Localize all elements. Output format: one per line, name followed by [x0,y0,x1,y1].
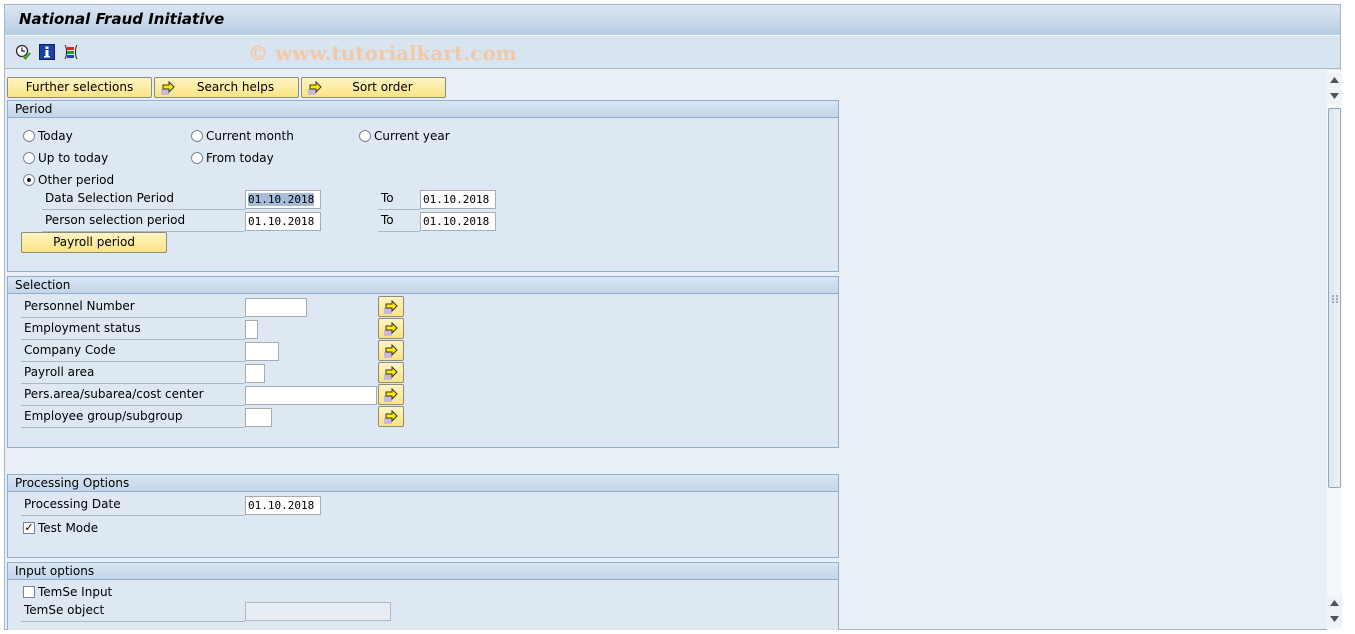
processing-date-label: Processing Date [21,494,245,516]
arrow-right-icon [384,387,398,402]
execute-clock-icon[interactable] [15,44,31,60]
radio-other-period[interactable] [23,174,35,186]
triangle-up-icon [1330,600,1339,606]
payroll-period-button[interactable]: Payroll period [21,232,167,253]
radio-from-today[interactable] [191,152,203,164]
selection-group: Selection Personnel Number Employment st… [7,276,839,448]
period-group-header: Period [8,101,838,118]
triangle-up-icon [1330,77,1339,83]
input-options-header: Input options [8,563,838,580]
pers-area-label: Pers.area/subarea/cost center [21,384,245,406]
company-code-input[interactable] [245,342,279,361]
sap-window: National Fraud Initiative © www.tutorial… [4,4,1342,631]
payroll-area-input[interactable] [245,364,265,383]
triangle-down-icon [1330,616,1339,622]
test-mode-checkbox[interactable]: ✓ [23,522,35,534]
multiple-selection-button[interactable] [378,362,404,383]
multiple-selection-button[interactable] [378,384,404,405]
data-selection-from-value: 01.10.2018 [248,193,315,206]
radio-up-to-today[interactable] [23,152,35,164]
radio-current-year[interactable] [359,130,371,142]
person-selection-period-label: Person selection period [42,210,245,232]
variant-list-icon[interactable] [63,44,79,60]
test-mode-label: Test Mode [38,521,99,535]
radio-up-to-today-label: Up to today [38,151,109,165]
radio-current-month[interactable] [191,130,203,142]
temse-object-label: TemSe object [21,600,245,622]
person-selection-to-input[interactable]: 01.10.2018 [420,212,496,231]
info-icon[interactable] [39,44,55,60]
scroll-down-button-bottom[interactable] [1327,612,1342,627]
data-selection-period-label: Data Selection Period [42,188,245,210]
selection-screen: Further selections Search helps Sort ord… [5,70,1326,631]
status-bar [0,630,1355,634]
temse-object-input[interactable] [245,602,391,621]
employment-status-input[interactable] [245,320,258,339]
multiple-selection-button[interactable] [378,340,404,361]
further-selections-label: Further selections [25,80,134,94]
personnel-number-label: Personnel Number [21,296,245,318]
triangle-down-icon [1330,93,1339,99]
radio-today[interactable] [23,130,35,142]
employee-group-input[interactable] [245,408,272,427]
payroll-period-label: Payroll period [53,235,135,249]
employment-status-label: Employment status [21,318,245,340]
radio-other-period-label: Other period [38,173,115,187]
title-bar: National Fraud Initiative [5,5,1340,36]
temse-input-label: TemSe Input [38,585,113,599]
scroll-down-button[interactable] [1327,89,1342,104]
arrow-right-icon [161,80,175,95]
processing-date-input[interactable]: 01.10.2018 [245,496,321,515]
input-options-group: Input options TemSe Input TemSe object [7,562,839,631]
vertical-scrollbar[interactable] [1327,70,1342,631]
search-helps-button[interactable]: Search helps [154,77,299,98]
to-label: To [378,210,420,232]
selection-group-header: Selection [8,277,838,294]
sort-order-label: Sort order [352,80,413,94]
temse-input-checkbox[interactable] [23,586,35,598]
multiple-selection-button[interactable] [378,318,404,339]
data-selection-from-input[interactable]: 01.10.2018 [245,190,321,209]
grip-icon [1332,295,1338,303]
multiple-selection-button[interactable] [378,406,404,427]
radio-current-month-label: Current month [206,129,294,143]
employee-group-label: Employee group/subgroup [21,406,245,428]
scroll-up-button[interactable] [1327,73,1342,88]
radio-from-today-label: From today [206,151,274,165]
arrow-right-icon [384,365,398,380]
radio-today-label: Today [38,129,73,143]
pers-area-input[interactable] [245,386,377,405]
processing-options-header: Processing Options [8,475,838,492]
arrow-right-icon [384,409,398,424]
to-label: To [378,188,420,210]
person-selection-from-input[interactable]: 01.10.2018 [245,212,321,231]
data-selection-to-input[interactable]: 01.10.2018 [420,190,496,209]
scroll-thumb[interactable] [1328,108,1341,488]
arrow-right-icon [384,299,398,314]
further-selections-button[interactable]: Further selections [7,77,152,98]
scroll-up-button-bottom[interactable] [1327,596,1342,611]
arrow-right-icon [308,80,322,95]
application-toolbar: © www.tutorialkart.com [5,36,1340,69]
watermark-text: © www.tutorialkart.com [248,41,517,65]
period-group: Period Today Current month Current year … [7,100,839,272]
multiple-selection-button[interactable] [378,296,404,317]
search-helps-label: Search helps [196,80,275,94]
personnel-number-input[interactable] [245,298,307,317]
arrow-right-icon [384,321,398,336]
company-code-label: Company Code [21,340,245,362]
processing-options-group: Processing Options Processing Date 01.10… [7,474,839,558]
page-title: National Fraud Initiative [19,10,225,28]
arrow-right-icon [384,343,398,358]
payroll-area-label: Payroll area [21,362,245,384]
radio-current-year-label: Current year [374,129,450,143]
sort-order-button[interactable]: Sort order [301,77,446,98]
